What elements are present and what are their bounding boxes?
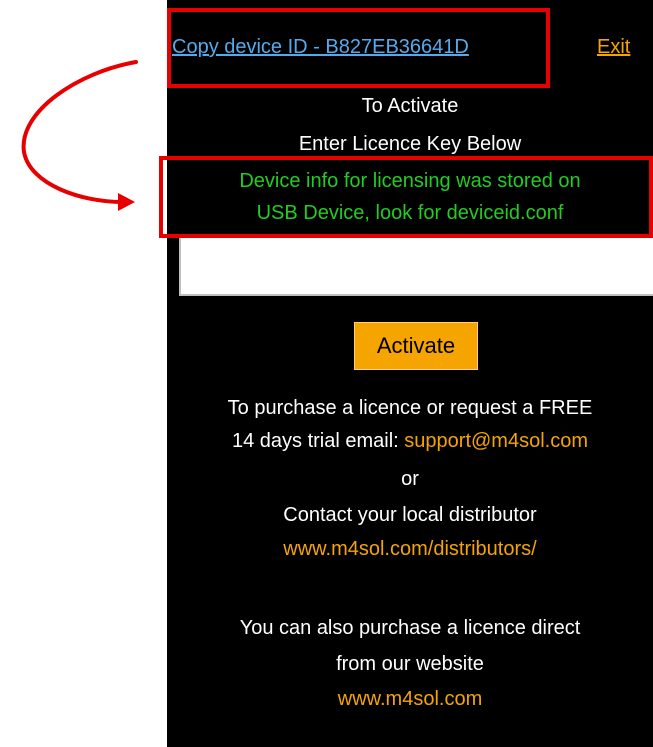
or-separator: or: [401, 468, 419, 490]
licence-key-input[interactable]: [179, 236, 653, 296]
activate-button[interactable]: Activate: [354, 322, 478, 370]
device-info-notice-line2: USB Device, look for deviceid.conf: [256, 202, 564, 224]
contact-distributor-text: Contact your local distributor: [283, 504, 537, 526]
distributors-link[interactable]: www.m4sol.com/distributors/: [167, 536, 653, 562]
support-email-link[interactable]: support@m4sol.com: [404, 430, 588, 452]
purchase-instruction-line2: 14 days trial email: support@m4sol.com: [167, 428, 653, 454]
enter-key-instruction: Enter Licence Key Below: [298, 133, 522, 155]
screenshot-stage: Copy device ID - B827EB36641D Exit To Ac…: [0, 0, 653, 747]
copy-device-id-link[interactable]: Copy device ID - B827EB36641D: [172, 34, 469, 60]
activate-heading: To Activate: [361, 95, 459, 117]
purchase-instruction-line1: To purchase a licence or request a FREE: [227, 397, 593, 419]
website-link[interactable]: www.m4sol.com: [167, 686, 653, 712]
exit-link[interactable]: Exit: [597, 34, 630, 60]
direct-purchase-line1: You can also purchase a licence direct: [239, 617, 581, 639]
device-info-notice-line1: Device info for licensing was stored on: [239, 170, 581, 192]
trial-email-prefix: 14 days trial email:: [231, 430, 399, 452]
direct-purchase-line2: from our website: [336, 653, 484, 675]
